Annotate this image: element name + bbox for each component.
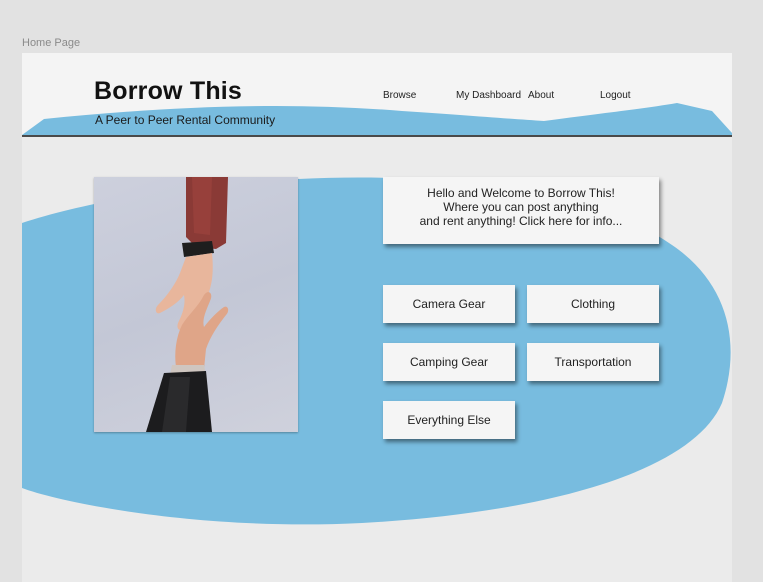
category-clothing-button[interactable]: Clothing <box>527 285 659 323</box>
category-transportation-button[interactable]: Transportation <box>527 343 659 381</box>
header-divider <box>22 135 732 137</box>
category-camping-gear-button[interactable]: Camping Gear <box>383 343 515 381</box>
welcome-line-1: Hello and Welcome to Borrow This! <box>427 186 615 200</box>
nav-about-link[interactable]: About <box>528 90 554 101</box>
welcome-line-3: and rent anything! Click here for info..… <box>419 214 623 228</box>
category-everything-else-button[interactable]: Everything Else <box>383 401 515 439</box>
nav-logout-link[interactable]: Logout <box>600 90 631 101</box>
welcome-line-2: Where you can post anything <box>443 200 599 214</box>
frame-label: Home Page <box>22 37 81 49</box>
brand-subtitle: A Peer to Peer Rental Community <box>95 113 276 127</box>
hands-reaching-photo <box>94 177 298 432</box>
welcome-info-card[interactable]: Hello and Welcome to Borrow This! Where … <box>383 177 659 244</box>
brand-title[interactable]: Borrow This <box>94 77 242 106</box>
nav-browse-link[interactable]: Browse <box>383 90 416 101</box>
home-page-artboard: Borrow This A Peer to Peer Rental Commun… <box>22 53 732 582</box>
nav-dashboard-link[interactable]: My Dashboard <box>456 90 521 101</box>
category-camera-gear-button[interactable]: Camera Gear <box>383 285 515 323</box>
